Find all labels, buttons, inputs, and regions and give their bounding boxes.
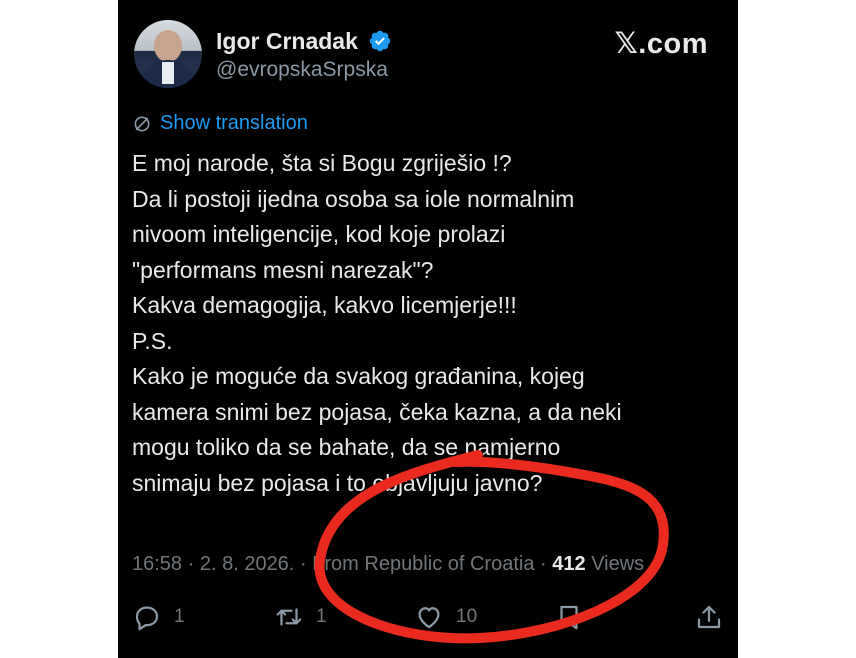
bookmark-icon <box>560 605 578 630</box>
share-icon <box>697 605 721 629</box>
tweet-origin: From Republic of Croatia <box>312 553 535 575</box>
x-watermark: 𝕏.com <box>614 28 708 60</box>
reply-icon <box>135 606 159 631</box>
meta-separator: · <box>187 553 200 575</box>
tweet-line: Kakva demagogija, kakvo licemjerje!!! <box>132 292 517 318</box>
reply-button[interactable]: 1 <box>132 602 185 632</box>
avatar-shirt <box>162 62 174 84</box>
verified-badge-icon <box>369 30 391 52</box>
author-avatar[interactable] <box>134 20 202 88</box>
tweet-line: mogu toliko da se bahate, da se namjerno <box>132 434 561 460</box>
translate-icon <box>134 116 150 131</box>
tweet-line: snimaju bez pojasa i to objavljuju javno… <box>132 469 543 496</box>
reply-count: 1 <box>174 606 185 627</box>
tweet-text: E moj narode, šta si Bogu zgriješio !? D… <box>132 146 722 501</box>
meta-separator: · <box>299 553 313 575</box>
show-translation-label[interactable]: Show translation <box>160 112 308 135</box>
avatar-head <box>154 30 182 62</box>
tweet-line: nivoom inteligencije, kod koje prolazi <box>132 221 506 247</box>
author-handle[interactable]: @evropskaSrpska <box>216 58 388 82</box>
author-name[interactable]: Igor Crnadak <box>216 28 358 55</box>
tweet-time[interactable]: 16:58 <box>132 553 182 575</box>
like-count: 10 <box>456 606 478 627</box>
retweet-button[interactable]: 1 <box>274 602 327 632</box>
tweet-date[interactable]: 2. 8. 2026. <box>200 553 295 575</box>
tweet-line: "performans mesni narezak"? <box>132 256 434 283</box>
tweet-line: Da li postoji ijedna osoba sa iole norma… <box>132 185 575 212</box>
tweet-line: P.S. <box>132 327 173 354</box>
tweet-meta: 16:58 · 2. 8. 2026. · From Republic of C… <box>132 553 644 576</box>
retweet-count: 1 <box>316 606 327 627</box>
meta-separator: · <box>540 553 553 575</box>
tweet-line: E moj narode, šta si Bogu zgriješio !? <box>132 150 512 176</box>
views-count: 412 <box>552 553 586 575</box>
tweet-card: Igor Crnadak @evropskaSrpska 𝕏.com Show … <box>118 0 738 658</box>
tweet-line: Kako je moguće da svakog građanina, koje… <box>132 363 585 389</box>
tweet-line: kamera snimi bez pojasa, čeka kazna, a d… <box>132 398 622 425</box>
like-button[interactable]: 10 <box>414 602 477 632</box>
views-label: Views <box>591 553 645 575</box>
action-bar: 1 1 10 <box>132 602 726 642</box>
retweet-icon <box>276 608 302 626</box>
show-translation-link[interactable]: Show translation <box>132 112 308 135</box>
bookmark-button[interactable] <box>554 602 584 632</box>
heart-icon <box>418 607 440 629</box>
share-button[interactable] <box>694 602 724 632</box>
